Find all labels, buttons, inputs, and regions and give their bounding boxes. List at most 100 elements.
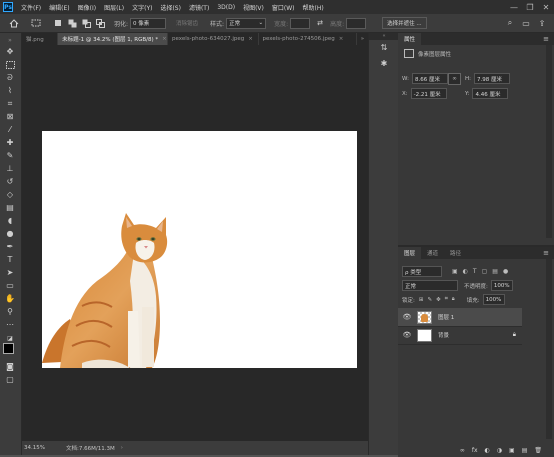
lock-image-icon[interactable]: ✎ (427, 297, 432, 303)
x-value-input[interactable]: -2.21 厘米 (410, 88, 447, 99)
menu-filter[interactable]: 滤镜(T) (185, 3, 213, 12)
eraser-tool-icon[interactable]: ◇ (3, 189, 17, 200)
style-select[interactable]: 正常 ⌄ (226, 17, 267, 29)
select-and-mask-button[interactable]: 选择并遮住 ... (382, 17, 427, 29)
layer-name[interactable]: 图层 1 (438, 313, 454, 321)
menu-image[interactable]: 图像(I) (74, 3, 100, 12)
hand-tool-icon[interactable]: ✋ (3, 293, 17, 304)
properties-scrollbar[interactable] (546, 45, 552, 238)
brush-settings-icon[interactable]: ✱ (378, 59, 390, 70)
clone-stamp-tool-icon[interactable]: ⊥ (3, 163, 17, 174)
tab-overflow-icon[interactable]: » (357, 33, 368, 45)
eyedropper-tool-icon[interactable]: ⁄ (3, 124, 17, 135)
add-mask-icon[interactable]: ◐ (485, 447, 490, 454)
type-tool-icon[interactable]: T (3, 254, 17, 265)
layer-style-icon[interactable]: fx (472, 447, 478, 454)
layer-name[interactable]: 背景 (438, 331, 449, 339)
brush-tool-icon[interactable]: ✎ (3, 150, 17, 161)
width-input[interactable] (290, 17, 311, 29)
width-value-input[interactable]: 8.66 厘米 (411, 73, 448, 84)
menu-window[interactable]: 窗口(W) (268, 3, 299, 12)
share-icon[interactable]: ⇪ (536, 17, 548, 29)
zoom-level[interactable]: 34.15% (24, 445, 62, 451)
close-icon[interactable]: ✕ (538, 3, 554, 12)
filter-toggle-icon[interactable]: ● (503, 268, 508, 275)
link-layers-icon[interactable]: ∞ (460, 447, 465, 454)
pen-tool-icon[interactable]: ✒ (3, 241, 17, 252)
tab-properties[interactable]: 属性 (398, 33, 422, 45)
menu-3d[interactable]: 3D(D) (213, 4, 239, 11)
blend-mode-select[interactable]: 正常 (402, 280, 458, 291)
menu-layer[interactable]: 图层(L) (100, 3, 128, 12)
search-icon[interactable]: ⌕ (504, 17, 516, 29)
marquee-tool-icon[interactable] (3, 59, 17, 70)
history-brush-tool-icon[interactable]: ↺ (3, 176, 17, 187)
tab-layers[interactable]: 图层 (398, 247, 422, 259)
lock-transparent-icon[interactable]: ⊞ (419, 297, 424, 303)
frame-tool-icon[interactable]: ⊠ (3, 111, 17, 122)
subtract-selection-icon[interactable] (80, 17, 92, 29)
y-value-input[interactable]: 4.46 厘米 (472, 88, 509, 99)
filter-smart-icon[interactable]: ▤ (492, 268, 498, 275)
layers-menu-icon[interactable]: ≡ (543, 249, 549, 257)
opacity-input[interactable]: 100% (490, 280, 513, 291)
menu-select[interactable]: 选择(S) (156, 3, 185, 12)
lock-all-icon[interactable]: 🔒︎ (452, 296, 455, 303)
filter-shape-icon[interactable]: ▢ (482, 268, 488, 275)
status-arrow-icon[interactable]: › (121, 445, 123, 451)
tab-pexels-274506[interactable]: pexels-photo-274506.jpeg × (259, 33, 357, 45)
move-tool-icon[interactable]: ✥ (3, 46, 17, 57)
filter-type-icon[interactable]: T (473, 268, 477, 275)
workspace-icon[interactable]: ▭ (520, 17, 532, 29)
tab-untitled-1[interactable]: 未标题-1 @ 34.2% (图层 1, RGB/8) * × (58, 33, 169, 45)
lock-artboard-icon[interactable]: ⌗ (445, 296, 448, 303)
more-tools-icon[interactable]: ⋯ (3, 319, 17, 330)
strip-collapse-icon[interactable]: « (369, 33, 399, 40)
visibility-eye-icon[interactable]: 👁︎ (402, 313, 412, 321)
new-selection-icon[interactable] (52, 17, 64, 29)
zoom-tool-icon[interactable]: ⚲ (3, 306, 17, 317)
tab-close-icon[interactable]: × (339, 36, 344, 42)
quick-mask-icon[interactable]: ◙ (3, 361, 17, 372)
healing-brush-tool-icon[interactable]: ✚ (3, 137, 17, 148)
link-dimensions-button[interactable]: ∞ (448, 73, 461, 85)
screen-mode-icon[interactable]: ▢ (3, 374, 17, 385)
menu-edit[interactable]: 编辑(E) (45, 3, 73, 12)
fill-input[interactable]: 100% (482, 294, 505, 305)
menu-view[interactable]: 视图(V) (239, 3, 268, 12)
filter-pixel-icon[interactable]: ▣ (452, 268, 458, 275)
filter-adjust-icon[interactable]: ◐ (463, 268, 468, 275)
menu-file[interactable]: 文件(F) (17, 3, 45, 12)
height-value-input[interactable]: 7.98 厘米 (474, 73, 510, 84)
panel-menu-icon[interactable]: ≡ (543, 35, 549, 43)
antialias-checkbox[interactable]: 消除锯齿 (172, 18, 202, 28)
visibility-eye-icon[interactable]: 👁︎ (402, 331, 412, 339)
tab-channels[interactable]: 通道 (421, 247, 444, 259)
add-selection-icon[interactable] (66, 17, 78, 29)
layer-row-background[interactable]: 👁︎ 背景 🔒︎ (398, 326, 522, 345)
tab-close-icon[interactable]: × (248, 36, 253, 42)
height-input[interactable] (346, 17, 367, 29)
new-layer-icon[interactable]: ▤ (522, 447, 528, 454)
history-panel-icon[interactable]: ⇅ (378, 43, 390, 54)
lock-position-icon[interactable]: ✥ (436, 297, 441, 303)
dodge-tool-icon[interactable]: ● (3, 228, 17, 239)
tab-pexels-634027[interactable]: pexels-photo-634027.jpeg × (168, 33, 259, 45)
document-canvas[interactable] (42, 131, 357, 368)
layer-filter-select[interactable]: ρ 类型 (402, 266, 442, 277)
intersect-selection-icon[interactable] (94, 17, 106, 29)
feather-input[interactable]: 0 像素 (130, 17, 167, 29)
shape-tool-icon[interactable]: ▭ (3, 280, 17, 291)
blur-tool-icon[interactable]: ◖ (3, 215, 17, 226)
delete-layer-icon[interactable]: 🗑 (534, 447, 542, 454)
foreground-color-swatch[interactable] (3, 343, 14, 354)
maximize-icon[interactable]: ❐ (522, 3, 538, 12)
layers-scrollbar[interactable] (546, 259, 552, 439)
quick-select-tool-icon[interactable]: ⌇ (3, 85, 17, 96)
lasso-tool-icon[interactable]: ᘐ (3, 72, 17, 83)
crop-tool-icon[interactable]: ⌗ (3, 98, 17, 109)
minimize-icon[interactable]: — (506, 3, 522, 12)
tab-paths[interactable]: 路径 (444, 247, 467, 259)
gradient-tool-icon[interactable]: ▤ (3, 202, 17, 213)
tab-close-icon[interactable]: × (162, 36, 167, 42)
